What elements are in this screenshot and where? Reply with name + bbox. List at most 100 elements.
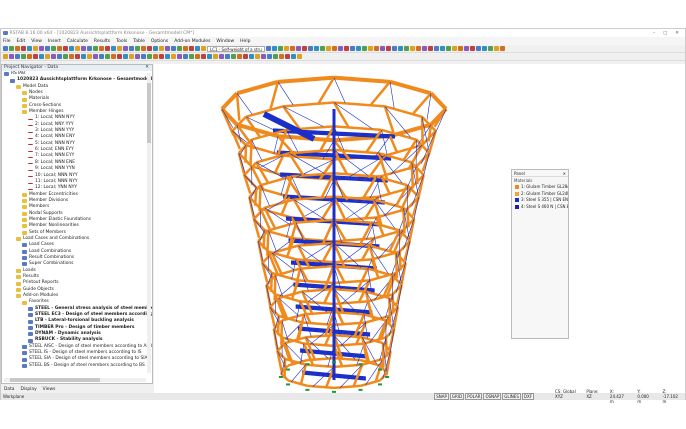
toolbar-button[interactable] — [278, 46, 283, 51]
toolbar-button[interactable] — [3, 46, 8, 51]
mode-snap[interactable]: SNAP — [434, 393, 449, 400]
toolbar-button[interactable] — [3, 54, 8, 59]
toolbar-button[interactable] — [171, 54, 176, 59]
toolbar-button[interactable] — [177, 54, 182, 59]
toolbar-button[interactable] — [422, 46, 427, 51]
toolbar-button[interactable] — [416, 46, 421, 51]
toolbar-button[interactable] — [201, 46, 206, 51]
toolbar-button[interactable] — [297, 54, 302, 59]
toolbar-button[interactable] — [87, 54, 92, 59]
toolbar-button[interactable] — [320, 46, 325, 51]
toolbar-button[interactable] — [45, 46, 50, 51]
toolbar-button[interactable] — [470, 46, 475, 51]
mode-dxf[interactable]: DXF — [521, 393, 534, 400]
toolbar-button[interactable] — [87, 46, 92, 51]
toolbar-button[interactable] — [284, 46, 289, 51]
toolbar-button[interactable] — [111, 54, 116, 59]
toolbar-button[interactable] — [51, 46, 56, 51]
mode-polar[interactable]: POLAR — [465, 393, 483, 400]
toolbar-button[interactable] — [404, 46, 409, 51]
tree-item[interactable]: STEEL BS - Design of steel members accor… — [4, 363, 152, 369]
navigator-close-button[interactable]: ✕ — [145, 65, 152, 71]
maximize-button[interactable]: ▢ — [663, 31, 667, 36]
toolbar-button[interactable] — [57, 46, 62, 51]
toolbar-button[interactable] — [464, 46, 469, 51]
menu-insert[interactable]: Insert — [48, 39, 61, 44]
toolbar-button[interactable] — [452, 46, 457, 51]
menu-view[interactable]: View — [31, 39, 42, 44]
toolbar-button[interactable] — [153, 46, 158, 51]
toolbar-button[interactable] — [279, 54, 284, 59]
toolbar-button[interactable] — [225, 54, 230, 59]
toolbar-button[interactable] — [350, 46, 355, 51]
toolbar-button[interactable] — [392, 46, 397, 51]
toolbar-button[interactable] — [243, 54, 248, 59]
toolbar-button[interactable] — [33, 54, 38, 59]
toolbar-button[interactable] — [273, 54, 278, 59]
toolbar-button[interactable] — [267, 54, 272, 59]
menu-help[interactable]: Help — [240, 39, 250, 44]
toolbar-button[interactable] — [105, 54, 110, 59]
toolbar-button[interactable] — [356, 46, 361, 51]
toolbar-button[interactable] — [380, 46, 385, 51]
toolbar-button[interactable] — [410, 46, 415, 51]
toolbar-button[interactable] — [308, 46, 313, 51]
toolbar-button[interactable] — [285, 54, 290, 59]
toolbar-button[interactable] — [75, 54, 80, 59]
toolbar-button[interactable] — [33, 46, 38, 51]
toolbar-button[interactable] — [15, 46, 20, 51]
toolbar-button[interactable] — [147, 46, 152, 51]
toolbar-button[interactable] — [237, 54, 242, 59]
toolbar-button[interactable] — [147, 54, 152, 59]
menu-results[interactable]: Results — [94, 39, 110, 44]
tab-display[interactable]: Display — [20, 387, 36, 392]
toolbar-button[interactable] — [27, 46, 32, 51]
toolbar-button[interactable] — [428, 46, 433, 51]
close-button[interactable]: ✕ — [675, 31, 679, 36]
toolbar-button[interactable] — [219, 54, 224, 59]
toolbar-button[interactable] — [81, 46, 86, 51]
navigator-vertical-scrollbar[interactable] — [147, 73, 151, 373]
toolbar-button[interactable] — [135, 54, 140, 59]
toolbar-button[interactable] — [99, 54, 104, 59]
load-case-select[interactable]: LC1 - Self-weight of a stru — [207, 45, 265, 52]
menu-calculate[interactable]: Calculate — [67, 39, 88, 44]
toolbar-button[interactable] — [69, 54, 74, 59]
toolbar-button[interactable] — [183, 46, 188, 51]
toolbar-button[interactable] — [290, 46, 295, 51]
toolbar-button[interactable] — [63, 54, 68, 59]
toolbar-button[interactable] — [434, 46, 439, 51]
toolbar-button[interactable] — [338, 46, 343, 51]
toolbar-button[interactable] — [386, 46, 391, 51]
menu-add-on-modules[interactable]: Add-on Modules — [174, 39, 210, 44]
toolbar-button[interactable] — [261, 54, 266, 59]
toolbar-button[interactable] — [159, 54, 164, 59]
menu-file[interactable]: File — [3, 39, 11, 44]
toolbar-button[interactable] — [213, 54, 218, 59]
menu-tools[interactable]: Tools — [116, 39, 127, 44]
toolbar-button[interactable] — [99, 46, 104, 51]
toolbar-button[interactable] — [21, 46, 26, 51]
toolbar-button[interactable] — [266, 46, 271, 51]
toolbar-button[interactable] — [45, 54, 50, 59]
model-viewport[interactable]: Panel✕ Materials 1: Glulam Timber GL28c … — [154, 64, 685, 393]
menu-window[interactable]: Window — [216, 39, 234, 44]
tower-model-3d[interactable] — [154, 64, 685, 393]
toolbar-button[interactable] — [141, 46, 146, 51]
mode-grid[interactable]: GRID — [449, 393, 465, 400]
toolbar-button[interactable] — [500, 46, 505, 51]
toolbar-button[interactable] — [117, 46, 122, 51]
toolbar-button[interactable] — [9, 46, 14, 51]
toolbar-button[interactable] — [291, 54, 296, 59]
toolbar-button[interactable] — [27, 54, 32, 59]
toolbar-button[interactable] — [75, 46, 80, 51]
toolbar-button[interactable] — [482, 46, 487, 51]
toolbar-button[interactable] — [476, 46, 481, 51]
toolbar-button[interactable] — [189, 54, 194, 59]
toolbar-button[interactable] — [195, 54, 200, 59]
toolbar-button[interactable] — [446, 46, 451, 51]
toolbar-button[interactable] — [165, 46, 170, 51]
toolbar-button[interactable] — [488, 46, 493, 51]
mode-glines[interactable]: GLINES — [502, 393, 521, 400]
tab-data[interactable]: Data — [4, 387, 14, 392]
